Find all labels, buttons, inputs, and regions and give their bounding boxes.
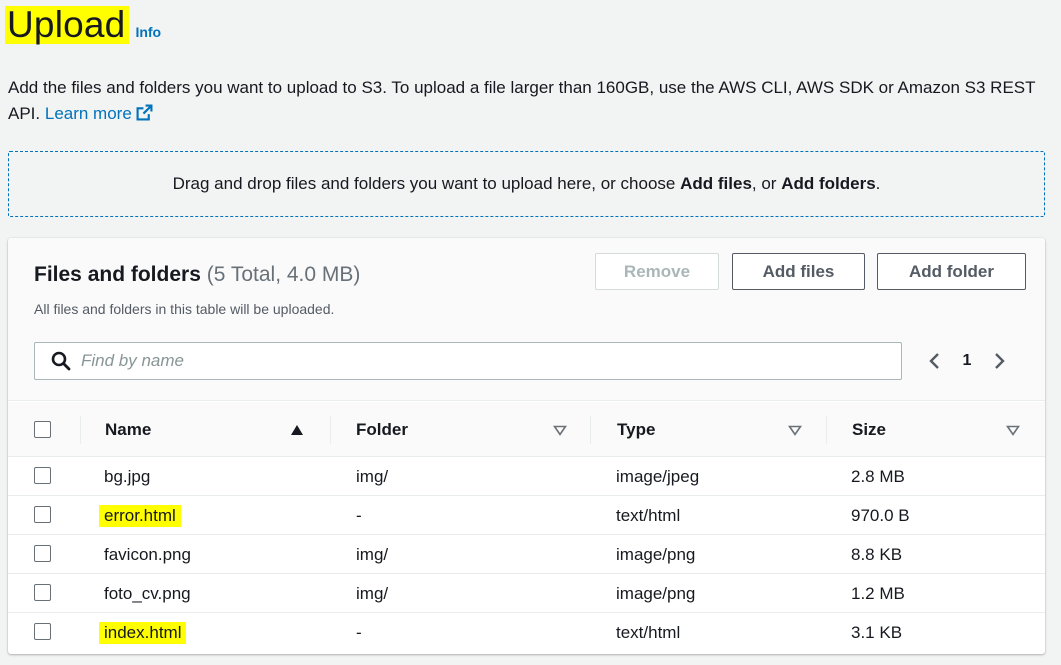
file-name: bg.jpg (104, 466, 151, 486)
file-size: 1.2 MB (851, 583, 905, 603)
learn-more-label: Learn more (44, 104, 132, 123)
file-folder: img/ (356, 544, 389, 564)
row-checkbox[interactable] (34, 584, 51, 601)
info-link[interactable]: Info (135, 24, 161, 40)
panel-subtitle: All files and folders in this table will… (34, 301, 335, 317)
sort-ascending-icon[interactable] (290, 424, 304, 436)
row-checkbox[interactable] (34, 545, 51, 562)
select-all-checkbox[interactable] (34, 421, 51, 438)
sort-unsorted-icon[interactable] (788, 424, 802, 436)
pagination: 1 (925, 347, 1009, 375)
row-checkbox[interactable] (34, 623, 51, 640)
column-divider (590, 416, 591, 444)
upload-description: Add the files and folders you want to up… (8, 75, 1053, 127)
dropzone-add-files: Add files (680, 174, 752, 193)
column-divider (826, 416, 827, 444)
dropzone-add-folders: Add folders (781, 174, 876, 193)
file-folder: - (356, 505, 362, 525)
file-name: foto_cv.png (104, 583, 191, 603)
column-divider (330, 416, 331, 444)
dropzone-suffix: . (875, 174, 881, 193)
file-type: text/html (616, 622, 681, 642)
panel-title-text: Files and folders (34, 263, 201, 286)
page-header: Upload Info (0, 0, 161, 44)
file-size: 3.1 KB (851, 622, 903, 642)
chevron-right-icon[interactable] (989, 351, 1009, 371)
page-title: Upload (5, 6, 130, 44)
column-header-folder[interactable]: Folder (356, 402, 408, 457)
file-folder: - (356, 622, 362, 642)
search-input[interactable] (81, 351, 901, 371)
sort-unsorted-icon[interactable] (1006, 424, 1020, 436)
learn-more-link[interactable]: Learn more (45, 104, 153, 123)
chevron-left-icon[interactable] (925, 351, 945, 371)
panel-title: Files and folders (5 Total, 4.0 MB) (34, 263, 360, 287)
table-row[interactable]: bg.jpg img/ image/jpeg 2.8 MB (8, 457, 1045, 496)
table-header: Name Folder Type Size (8, 402, 1045, 457)
row-checkbox[interactable] (34, 506, 51, 523)
add-folder-button[interactable]: Add folder (877, 253, 1026, 290)
file-type: image/png (616, 583, 696, 603)
file-type: text/html (616, 505, 681, 525)
file-size: 8.8 KB (851, 544, 903, 564)
file-type: image/png (616, 544, 696, 564)
table-row[interactable]: error.html - text/html 970.0 B (8, 496, 1045, 535)
column-header-type[interactable]: Type (617, 402, 655, 457)
file-name: error.html (99, 504, 181, 527)
file-size: 970.0 B (851, 505, 910, 525)
dropzone-separator: , or (751, 174, 777, 193)
table-row[interactable]: foto_cv.png img/ image/png 1.2 MB (8, 574, 1045, 613)
dropzone-prefix: Drag and drop files and folders you want… (172, 174, 676, 193)
file-name: index.html (99, 621, 187, 644)
column-divider (80, 416, 81, 444)
column-header-name[interactable]: Name (105, 402, 151, 457)
file-size: 2.8 MB (851, 466, 905, 486)
file-folder: img/ (356, 466, 389, 486)
table-body: bg.jpg img/ image/jpeg 2.8 MB error.html… (8, 457, 1045, 652)
external-link-icon (136, 104, 153, 121)
file-type: image/jpeg (616, 466, 700, 486)
page-number[interactable]: 1 (945, 352, 989, 370)
description-text: Add the files and folders you want to up… (8, 78, 1036, 123)
drop-zone[interactable]: Drag and drop files and folders you want… (8, 151, 1045, 217)
column-header-size[interactable]: Size (852, 402, 886, 457)
row-checkbox[interactable] (34, 467, 51, 484)
remove-button[interactable]: Remove (595, 253, 719, 290)
table-row[interactable]: index.html - text/html 3.1 KB (8, 613, 1045, 652)
file-folder: img/ (356, 583, 389, 603)
panel-header: Files and folders (5 Total, 4.0 MB) All … (8, 238, 1045, 401)
search-icon (51, 351, 71, 371)
add-files-button[interactable]: Add files (732, 253, 865, 290)
search-box (34, 342, 902, 380)
table-row[interactable]: favicon.png img/ image/png 8.8 KB (8, 535, 1045, 574)
file-name: favicon.png (104, 544, 191, 564)
files-and-folders-panel: Files and folders (5 Total, 4.0 MB) All … (8, 238, 1045, 654)
sort-unsorted-icon[interactable] (553, 424, 567, 436)
panel-count: (5 Total, 4.0 MB) (206, 263, 361, 286)
